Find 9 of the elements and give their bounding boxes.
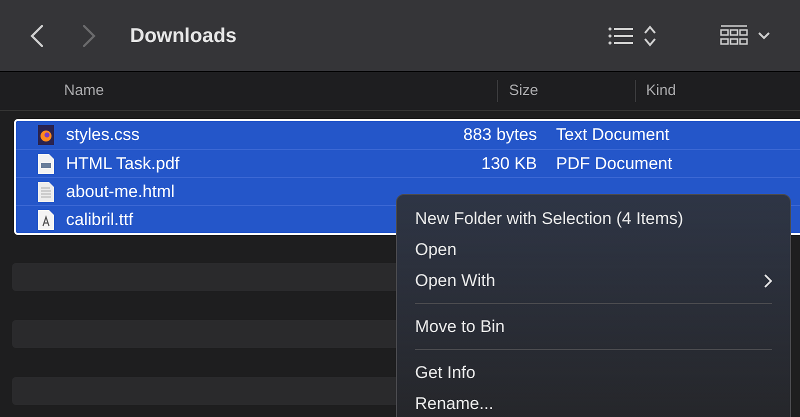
file-kind: PDF Document <box>556 152 672 175</box>
file-name: HTML Task.pdf <box>66 152 180 175</box>
file-name: styles.css <box>66 124 141 146</box>
file-size: 883 bytes <box>463 124 537 146</box>
file-name: about-me.html <box>66 180 176 203</box>
file-name: calibril.ttf <box>66 208 134 231</box>
file-kind: Text Document <box>556 124 670 146</box>
window-title: Downloads <box>130 24 237 48</box>
file-size: 130 KB <box>481 152 537 175</box>
